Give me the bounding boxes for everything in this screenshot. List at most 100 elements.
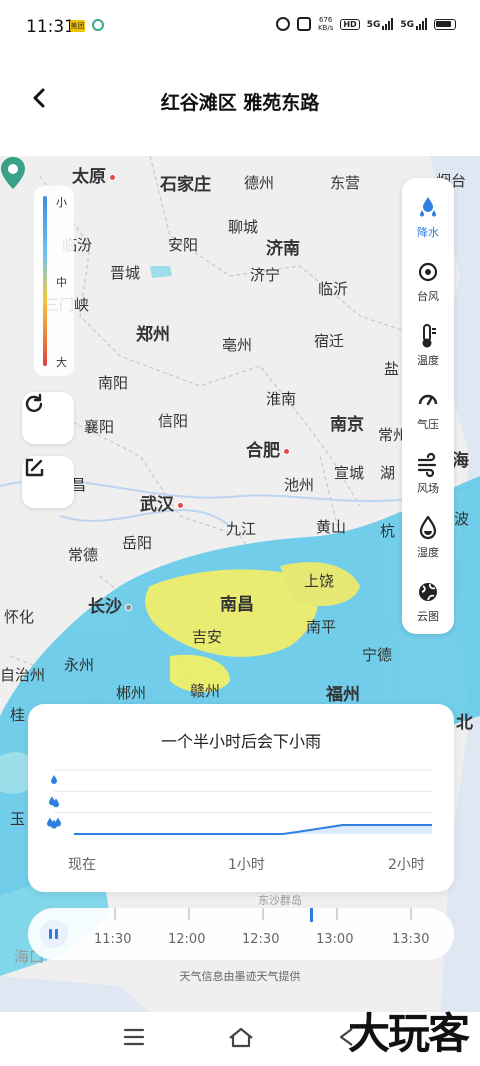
refresh-button[interactable] bbox=[22, 392, 74, 444]
layer-label: 台风 bbox=[417, 290, 439, 303]
signal-5g-label: 5G bbox=[366, 20, 381, 30]
layer-humidity[interactable]: 湿度 bbox=[402, 512, 454, 572]
layer-typhoon[interactable]: 台风 bbox=[402, 256, 454, 316]
city-label: 东营 bbox=[330, 174, 361, 192]
timeline-time: 13:30 bbox=[392, 932, 430, 947]
city-label: 岳阳 bbox=[122, 534, 153, 552]
signal-5g-2: 5G bbox=[400, 18, 427, 30]
city-label: 临沂 bbox=[318, 280, 349, 298]
city-label: 永州 bbox=[64, 656, 95, 674]
timeline-mark bbox=[188, 908, 190, 920]
layer-wind[interactable]: 风场 bbox=[402, 448, 454, 508]
layer-label: 云图 bbox=[417, 610, 439, 623]
city-label: 武汉 bbox=[140, 490, 184, 515]
city-label: 池州 bbox=[284, 476, 315, 494]
timeline-time: 13:00 bbox=[316, 932, 354, 947]
timeline-time: 12:30 bbox=[242, 932, 280, 947]
timeline-mark bbox=[410, 908, 412, 920]
city-label: 南昌 bbox=[220, 595, 254, 615]
city-label: 福州 bbox=[326, 685, 360, 705]
signal-bars-icon bbox=[416, 18, 427, 30]
layer-label: 湿度 bbox=[417, 546, 439, 559]
city-label: 黄山 bbox=[316, 518, 347, 536]
city-label: 安阳 bbox=[168, 236, 199, 254]
city-label: 襄阳 bbox=[84, 418, 115, 436]
legend-gradient bbox=[43, 196, 47, 366]
timeline-cursor[interactable] bbox=[310, 908, 313, 922]
humidity-icon bbox=[419, 516, 437, 540]
timeline-mark bbox=[262, 908, 264, 920]
status-time: 11:31 bbox=[26, 17, 75, 37]
rain-forecast-card: 一个半小时后会下小雨 现在 1小时 2小时 bbox=[28, 704, 454, 892]
page-header: 红谷滩区 雅苑东路 bbox=[0, 72, 480, 128]
layer-label: 风场 bbox=[417, 482, 439, 495]
city-label: 怀化 bbox=[4, 608, 35, 626]
signal-bars-icon bbox=[382, 18, 394, 30]
network-speed-value: 676 bbox=[318, 16, 333, 24]
city-label: 宁德 bbox=[362, 646, 393, 664]
x-tick-now: 现在 bbox=[68, 857, 96, 873]
city-label: 盐 bbox=[384, 360, 400, 378]
menu-icon[interactable] bbox=[122, 1026, 146, 1048]
city-label: 聊城 bbox=[228, 218, 259, 236]
city-label: 南阳 bbox=[98, 374, 129, 392]
x-tick-2h: 2小时 bbox=[388, 857, 425, 873]
city-label: 淮南 bbox=[266, 390, 297, 408]
city-label: 湖 bbox=[380, 464, 396, 482]
timeline-time: 12:00 bbox=[168, 932, 206, 947]
legend-high: 大 bbox=[56, 356, 67, 369]
timeline-mark bbox=[336, 908, 338, 920]
legend-mid: 中 bbox=[56, 276, 67, 289]
city-label: 郴州 bbox=[116, 684, 147, 702]
layer-panel: 降水 台风 温度 气压 风场 湿度 云图 bbox=[402, 178, 454, 634]
wind-icon bbox=[418, 452, 437, 478]
mute-icon bbox=[296, 17, 311, 31]
status-right: 676 KB/s HD 5G 5G bbox=[275, 16, 456, 32]
status-bar: 11:31 美团 676 KB/s HD 5G 5G bbox=[0, 0, 480, 52]
page-title: 红谷滩区 雅苑东路 bbox=[160, 92, 320, 114]
rain-level-icon bbox=[51, 775, 57, 784]
meituan-notification-icon: 美团 bbox=[70, 20, 85, 32]
layer-label: 降水 bbox=[417, 226, 439, 239]
radar-map[interactable]: 太原 石家庄 德州 东营 烟台 临汾 安阳 聊城 济南 晋城 济宁 临沂 三门峡… bbox=[0, 156, 480, 1022]
hd-icon: HD bbox=[340, 18, 360, 30]
watermark-logo: 大玩客 bbox=[347, 1009, 470, 1058]
thermometer-icon bbox=[422, 324, 436, 348]
rain-level-icon bbox=[49, 796, 59, 808]
globe-icon bbox=[419, 583, 437, 601]
edit-button[interactable] bbox=[22, 456, 74, 508]
city-label: 合肥 bbox=[246, 436, 290, 461]
app-notification-icon bbox=[92, 19, 104, 31]
edit-icon bbox=[25, 458, 44, 477]
city-label: 九江 bbox=[226, 520, 257, 538]
legend-low: 小 bbox=[56, 196, 67, 209]
city-label: 郑州 bbox=[136, 325, 170, 345]
city-label: 自治州 bbox=[0, 666, 46, 684]
precipitation-icon bbox=[420, 197, 436, 217]
city-label: 长沙 bbox=[88, 592, 132, 617]
city-label: 海 bbox=[452, 451, 469, 471]
layer-pressure[interactable]: 气压 bbox=[402, 384, 454, 444]
city-label: 杭 bbox=[380, 522, 396, 540]
city-label: 北 bbox=[456, 713, 473, 733]
city-label: 常德 bbox=[68, 546, 99, 564]
timeline-mark bbox=[114, 908, 116, 920]
signal-5g-1: 5G bbox=[367, 18, 394, 30]
city-label: 南平 bbox=[306, 618, 337, 636]
city-label: 东沙群岛 bbox=[258, 894, 302, 907]
pause-button[interactable] bbox=[40, 920, 68, 948]
radar-timeline[interactable]: 11:30 12:00 12:30 13:00 13:30 bbox=[28, 908, 454, 960]
city-label: 德州 bbox=[244, 174, 275, 192]
layer-label: 温度 bbox=[417, 354, 439, 367]
layer-satellite[interactable]: 云图 bbox=[402, 576, 454, 636]
city-label: 赣州 bbox=[190, 682, 221, 700]
gauge-icon bbox=[418, 394, 438, 406]
layer-temperature[interactable]: 温度 bbox=[402, 320, 454, 380]
home-icon[interactable] bbox=[228, 1026, 254, 1048]
x-tick-1h: 1小时 bbox=[228, 857, 265, 873]
pause-icon bbox=[55, 929, 58, 939]
layer-precipitation[interactable]: 降水 bbox=[402, 192, 454, 252]
city-label: 桂 bbox=[10, 706, 26, 724]
city-label: 南京 bbox=[330, 415, 364, 435]
typhoon-icon bbox=[418, 262, 438, 282]
